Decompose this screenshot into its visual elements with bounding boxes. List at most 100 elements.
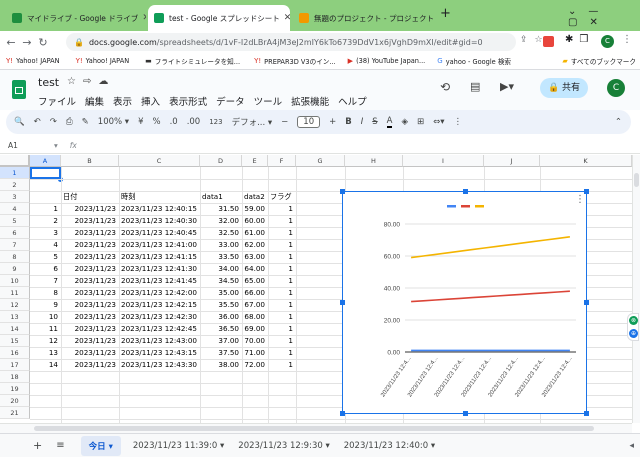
column-header[interactable]: I <box>403 155 484 167</box>
table-cell[interactable]: 31.50 <box>200 203 242 215</box>
table-cell[interactable]: 35.00 <box>200 287 242 299</box>
table-cell[interactable]: 71.00 <box>242 347 268 359</box>
menu-kebab-icon[interactable]: ⋮ <box>622 34 632 45</box>
strikethrough-button[interactable]: S <box>372 117 377 127</box>
account-avatar[interactable]: C <box>607 79 625 97</box>
all-sheets-icon[interactable]: ≡ <box>56 440 64 451</box>
table-cell[interactable]: 32.00 <box>200 215 242 227</box>
table-cell[interactable]: 32.50 <box>200 227 242 239</box>
meet-icon[interactable]: ▶▾ <box>500 80 514 93</box>
row-header[interactable]: 16 <box>0 347 30 359</box>
table-cell[interactable]: 2023/11/23 12:42:15 <box>119 299 200 311</box>
table-cell[interactable]: 6 <box>30 263 61 275</box>
column-header[interactable]: H <box>345 155 403 167</box>
table-cell[interactable]: 1 <box>268 335 296 347</box>
table-cell[interactable]: 2023/11/23 12:43:30 <box>119 359 200 371</box>
row-header[interactable]: 7 <box>0 239 30 251</box>
table-cell[interactable]: 64.00 <box>242 263 268 275</box>
tab-project[interactable]: 無題のプロジェクト - プロジェクト編集 ✕ <box>293 5 433 31</box>
column-header[interactable]: C <box>119 155 200 167</box>
select-all-corner[interactable] <box>0 155 30 167</box>
close-icon[interactable]: ✕ <box>280 13 290 23</box>
table-cell[interactable]: 62.00 <box>242 239 268 251</box>
table-cell[interactable]: 14 <box>30 359 61 371</box>
table-cell[interactable]: 63.00 <box>242 251 268 263</box>
row-header[interactable]: 18 <box>0 371 30 383</box>
table-cell[interactable]: 2023/11/23 12:42:00 <box>119 287 200 299</box>
bookmark[interactable]: ▬ フライトシミュレータを知... <box>145 56 240 66</box>
table-cell[interactable]: 37.50 <box>200 347 242 359</box>
row-header[interactable]: 21 <box>0 407 30 419</box>
menu-view[interactable]: 表示 <box>113 97 132 108</box>
table-cell[interactable]: 7 <box>30 275 61 287</box>
row-header[interactable]: 19 <box>0 383 30 395</box>
column-header[interactable]: J <box>484 155 540 167</box>
table-cell[interactable]: 2023/11/23 <box>61 215 119 227</box>
menu-data[interactable]: データ <box>216 97 245 108</box>
active-cell-selection[interactable] <box>30 167 61 179</box>
table-cell[interactable]: 2023/11/23 12:42:45 <box>119 323 200 335</box>
table-cell[interactable]: 2023/11/23 12:40:45 <box>119 227 200 239</box>
row-header[interactable]: 6 <box>0 227 30 239</box>
bookmark[interactable]: Gyahoo - Google 検索 <box>437 56 511 66</box>
table-cell[interactable]: 8 <box>30 287 61 299</box>
table-cell[interactable]: 1 <box>268 347 296 359</box>
star-icon[interactable]: ☆⇨☁ <box>67 76 115 87</box>
zoom-select[interactable]: 100% ▾ <box>98 117 129 127</box>
table-cell[interactable]: 2023/11/23 <box>61 239 119 251</box>
table-cell[interactable]: 38.00 <box>200 359 242 371</box>
percent-button[interactable]: % <box>152 117 160 127</box>
extension-icon[interactable] <box>543 36 554 47</box>
table-cell[interactable]: 2023/11/23 <box>61 227 119 239</box>
url-field[interactable]: 🔒 docs.google.com/spreadsheets/d/1vF-I2d… <box>66 33 516 51</box>
table-header-cell[interactable]: 日付 <box>63 191 119 203</box>
text-color-button[interactable]: A <box>386 116 393 128</box>
table-cell[interactable]: 59.00 <box>242 203 268 215</box>
row-header[interactable]: 8 <box>0 251 30 263</box>
table-cell[interactable]: 37.00 <box>200 335 242 347</box>
horizontal-scrollbar[interactable] <box>0 423 632 433</box>
menu-format[interactable]: 表示形式 <box>169 97 207 108</box>
row-header[interactable]: 9 <box>0 263 30 275</box>
column-header[interactable]: A <box>30 155 61 167</box>
sheet-tab[interactable]: 2023/11/23 11:39:0 ▾ <box>133 441 224 451</box>
table-cell[interactable]: 3 <box>30 227 61 239</box>
new-tab-icon[interactable]: + <box>440 6 451 21</box>
table-cell[interactable]: 2023/11/23 12:41:15 <box>119 251 200 263</box>
close-icon[interactable]: ✕ <box>138 13 146 23</box>
table-cell[interactable]: 2023/11/23 12:41:30 <box>119 263 200 275</box>
row-header[interactable]: 13 <box>0 311 30 323</box>
table-cell[interactable]: 33.00 <box>200 239 242 251</box>
window-controls[interactable]: ⌄—▢✕ <box>568 6 640 28</box>
menu-insert[interactable]: 挿入 <box>141 97 160 108</box>
table-cell[interactable]: 68.00 <box>242 311 268 323</box>
row-header[interactable]: 20 <box>0 395 30 407</box>
table-cell[interactable]: 5 <box>30 251 61 263</box>
bookmark[interactable]: Y! Yahoo! JAPAN <box>6 57 60 65</box>
table-cell[interactable]: 1 <box>268 287 296 299</box>
table-cell[interactable]: 61.00 <box>242 227 268 239</box>
number-format-button[interactable]: 123 <box>209 118 222 126</box>
table-cell[interactable]: 67.00 <box>242 299 268 311</box>
table-cell[interactable]: 1 <box>268 203 296 215</box>
table-cell[interactable]: 2023/11/23 12:41:00 <box>119 239 200 251</box>
table-cell[interactable]: 34.00 <box>200 263 242 275</box>
column-header[interactable]: F <box>268 155 296 167</box>
print-icon[interactable]: ⎙ <box>66 117 73 127</box>
column-header[interactable]: E <box>242 155 268 167</box>
table-cell[interactable]: 69.00 <box>242 323 268 335</box>
table-cell[interactable]: 2023/11/23 <box>61 347 119 359</box>
table-cell[interactable]: 2 <box>30 215 61 227</box>
name-box-dropdown-icon[interactable]: ▾ <box>54 141 58 150</box>
table-cell[interactable]: 35.50 <box>200 299 242 311</box>
back-icon[interactable]: ← <box>3 36 19 49</box>
menu-edit[interactable]: 編集 <box>85 97 104 108</box>
row-header[interactable]: 5 <box>0 215 30 227</box>
fill-color-icon[interactable]: ◈ <box>401 117 408 127</box>
table-cell[interactable]: 1 <box>268 227 296 239</box>
row-header[interactable]: 10 <box>0 275 30 287</box>
bold-button[interactable]: B <box>345 117 351 127</box>
table-cell[interactable]: 33.50 <box>200 251 242 263</box>
bookmark[interactable]: Y! PREPAR3D V3のイン... <box>254 56 336 66</box>
font-size-input[interactable]: 10 <box>297 116 321 128</box>
